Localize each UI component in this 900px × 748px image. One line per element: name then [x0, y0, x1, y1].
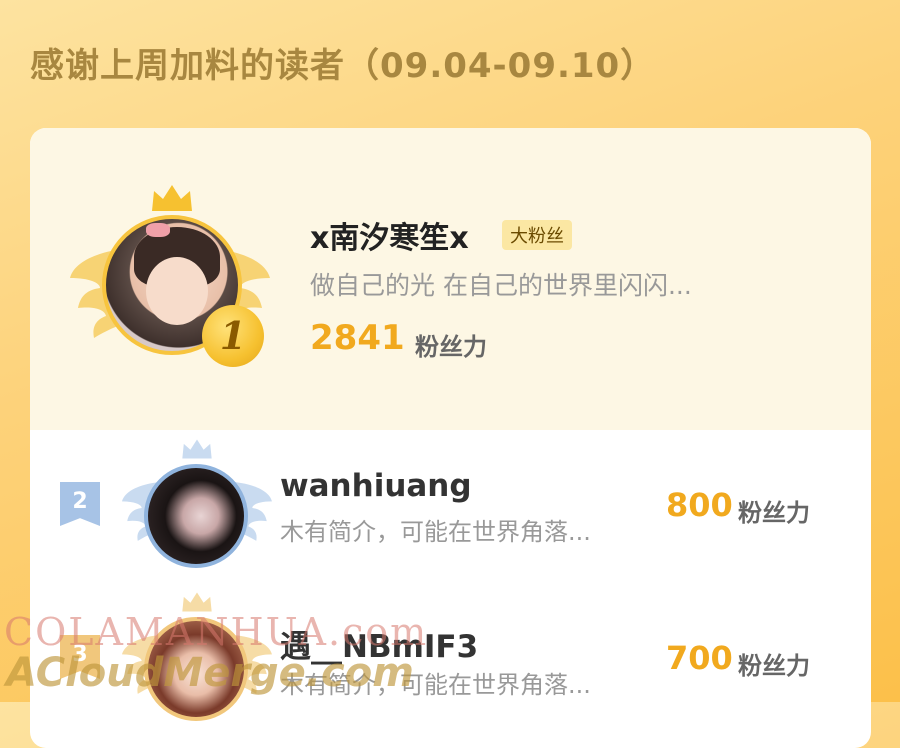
crown-icon [152, 185, 192, 211]
rank-badge: 1 [202, 305, 264, 367]
watermark: COLAMANHUA.com [4, 610, 429, 654]
first-place-panel[interactable]: 1 x南汐寒笙x 大粉丝 做自己的光 在自己的世界里闪闪... 2841 粉丝力 [30, 128, 871, 430]
fan-power-score: 700 [666, 639, 733, 677]
avatar-bow [146, 223, 170, 237]
first-place-avatar-frame: 1 [70, 183, 270, 373]
avatar[interactable] [144, 464, 248, 568]
user-name[interactable]: x南汐寒笙x [310, 213, 469, 257]
user-name[interactable]: wanhiuang [280, 468, 472, 504]
fan-power-label: 粉丝力 [738, 499, 810, 527]
avatar-frame [122, 438, 272, 568]
user-bio: 木有简介，可能在世界角落... [280, 518, 591, 546]
crown-icon [182, 439, 212, 459]
fan-power-score: 800 [666, 486, 733, 524]
page-title: 感谢上周加料的读者（09.04-09.10） [30, 46, 656, 86]
fan-power-label: 粉丝力 [415, 333, 487, 361]
list-item[interactable]: 2 wanhiuang 木有简介，可能在世界角落... 800 粉丝力 [30, 430, 871, 580]
fan-power-label: 粉丝力 [738, 652, 810, 680]
watermark: ACloudMerge.com [6, 650, 414, 696]
fan-power-score: 2841 [310, 318, 405, 358]
fan-level-tag: 大粉丝 [502, 220, 572, 250]
rank-badge: 2 [60, 482, 100, 526]
user-bio: 做自己的光 在自己的世界里闪闪... [310, 271, 692, 300]
avatar-face [146, 257, 208, 325]
